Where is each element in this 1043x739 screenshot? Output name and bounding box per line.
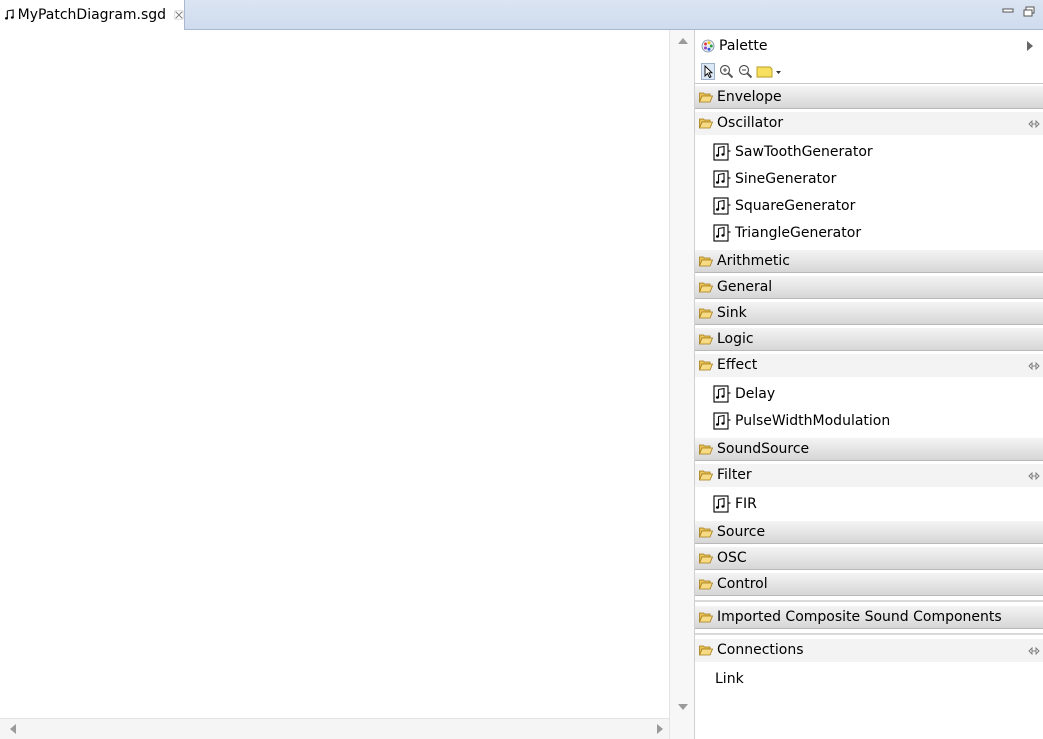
palette-separator <box>695 633 1043 635</box>
folder-open-icon <box>699 282 713 293</box>
maximize-icon[interactable] <box>1022 6 1036 18</box>
drawer-general[interactable]: General <box>695 275 1043 299</box>
folder-open-icon <box>699 579 713 590</box>
palette-separator <box>695 600 1043 602</box>
drawer-soundsource[interactable]: SoundSource <box>695 437 1043 461</box>
palette-entry-sawtoothgenerator[interactable]: SawToothGenerator <box>695 138 1043 165</box>
folder-open-icon <box>699 470 713 481</box>
drawer-imported-composite-sound-components[interactable]: Imported Composite Sound Components <box>695 605 1043 629</box>
palette-entry-label: TriangleGenerator <box>735 224 862 241</box>
diagram-canvas[interactable] <box>0 30 669 718</box>
minimize-icon[interactable] <box>1001 6 1015 18</box>
folder-open-icon <box>699 612 713 623</box>
scroll-up-icon[interactable] <box>678 38 688 44</box>
folder-open-icon <box>699 256 713 267</box>
folder-open-icon <box>699 444 713 455</box>
sound-component-icon <box>713 384 731 403</box>
palette-collapse-icon[interactable] <box>1027 41 1033 51</box>
drawer-effect[interactable]: Effect <box>695 353 1043 377</box>
palette-entry-label: Delay <box>735 385 776 402</box>
close-icon[interactable] <box>174 9 184 21</box>
palette-entry-label: SineGenerator <box>735 170 837 187</box>
drawer-label: SoundSource <box>717 441 810 457</box>
drawer-source[interactable]: Source <box>695 520 1043 544</box>
scroll-right-icon[interactable] <box>657 724 663 734</box>
palette-entry-delay[interactable]: Delay <box>695 380 1043 407</box>
drawer-label: Source <box>717 524 766 540</box>
pin-icon[interactable] <box>1028 646 1040 656</box>
horizontal-scrollbar[interactable] <box>0 718 669 739</box>
drawer-label: Arithmetic <box>717 253 790 269</box>
palette-entry-trianglegenerator[interactable]: TriangleGenerator <box>695 219 1043 246</box>
palette-entry-fir[interactable]: FIR <box>695 490 1043 517</box>
drawer-label: Envelope <box>717 89 782 105</box>
folder-open-icon <box>699 645 713 656</box>
folder-open-icon <box>699 92 713 103</box>
pin-icon[interactable] <box>1028 119 1040 129</box>
palette-entry-pulsewidthmodulation[interactable]: PulseWidthModulation <box>695 407 1043 434</box>
sound-component-icon <box>713 223 731 242</box>
zoom-in-icon[interactable] <box>719 63 734 80</box>
palette-entry-label: SawToothGenerator <box>735 143 873 160</box>
drawer-sink[interactable]: Sink <box>695 301 1043 325</box>
editor-tab-label: MyPatchDiagram.sgd <box>17 7 167 23</box>
drawer-label: Imported Composite Sound Components <box>717 609 1002 625</box>
drawer-osc[interactable]: OSC <box>695 546 1043 570</box>
sound-component-icon <box>713 142 731 161</box>
folder-open-icon <box>699 308 713 319</box>
palette-entry-squaregenerator[interactable]: SquareGenerator <box>695 192 1043 219</box>
editor-tab-mypatchdiagram[interactable]: MyPatchDiagram.sgd <box>0 0 185 30</box>
sound-component-icon <box>713 196 731 215</box>
drawer-label: OSC <box>717 550 747 566</box>
scroll-left-icon[interactable] <box>10 724 16 734</box>
pin-icon[interactable] <box>1028 471 1040 481</box>
palette-panel: Palette Envelope Oscillator SawToothGenera… <box>695 30 1043 739</box>
vertical-scrollbar[interactable] <box>669 30 695 739</box>
scroll-down-icon[interactable] <box>678 704 688 710</box>
sound-component-icon <box>713 169 731 188</box>
drawer-label: Effect <box>717 357 758 373</box>
drawer-label: Connections <box>717 642 804 658</box>
folder-open-icon <box>699 527 713 538</box>
palette-icon <box>701 39 715 53</box>
palette-entry-link[interactable]: Link <box>695 665 1043 692</box>
drawer-label: Oscillator <box>717 115 784 131</box>
drawer-oscillator[interactable]: Oscillator <box>695 111 1043 135</box>
drawer-label: General <box>717 279 773 295</box>
folder-open-icon <box>699 334 713 345</box>
palette-entry-sinegenerator[interactable]: SineGenerator <box>695 165 1043 192</box>
drawer-filter[interactable]: Filter <box>695 463 1043 487</box>
drawer-label: Sink <box>717 305 747 321</box>
folder-open-icon <box>699 553 713 564</box>
drawer-label: Filter <box>717 467 752 483</box>
folder-open-icon <box>699 360 713 371</box>
drawer-control[interactable]: Control <box>695 572 1043 596</box>
drawer-envelope[interactable]: Envelope <box>695 85 1043 109</box>
sound-component-icon <box>713 411 731 430</box>
drawer-label: Logic <box>717 331 754 347</box>
pin-icon[interactable] <box>1028 361 1040 371</box>
palette-entry-label: SquareGenerator <box>735 197 856 214</box>
palette-entry-label: PulseWidthModulation <box>735 412 891 429</box>
folder-open-icon <box>699 118 713 129</box>
note-tool-icon[interactable] <box>756 63 783 80</box>
drawer-label: Control <box>717 576 768 592</box>
palette-entry-label: FIR <box>735 495 757 512</box>
palette-title: Palette <box>719 38 768 54</box>
palette-entry-label: Link <box>715 670 744 687</box>
music-note-icon <box>4 9 14 20</box>
drawer-connections[interactable]: Connections <box>695 638 1043 662</box>
zoom-out-icon[interactable] <box>738 63 753 80</box>
palette-header[interactable]: Palette <box>695 32 1043 60</box>
drawer-arithmetic[interactable]: Arithmetic <box>695 249 1043 273</box>
sound-component-icon <box>713 494 731 513</box>
select-tool-icon[interactable] <box>701 63 715 80</box>
palette-toolbar <box>695 60 1043 84</box>
drawer-logic[interactable]: Logic <box>695 327 1043 351</box>
editor-tab-bar: MyPatchDiagram.sgd <box>0 0 1043 30</box>
